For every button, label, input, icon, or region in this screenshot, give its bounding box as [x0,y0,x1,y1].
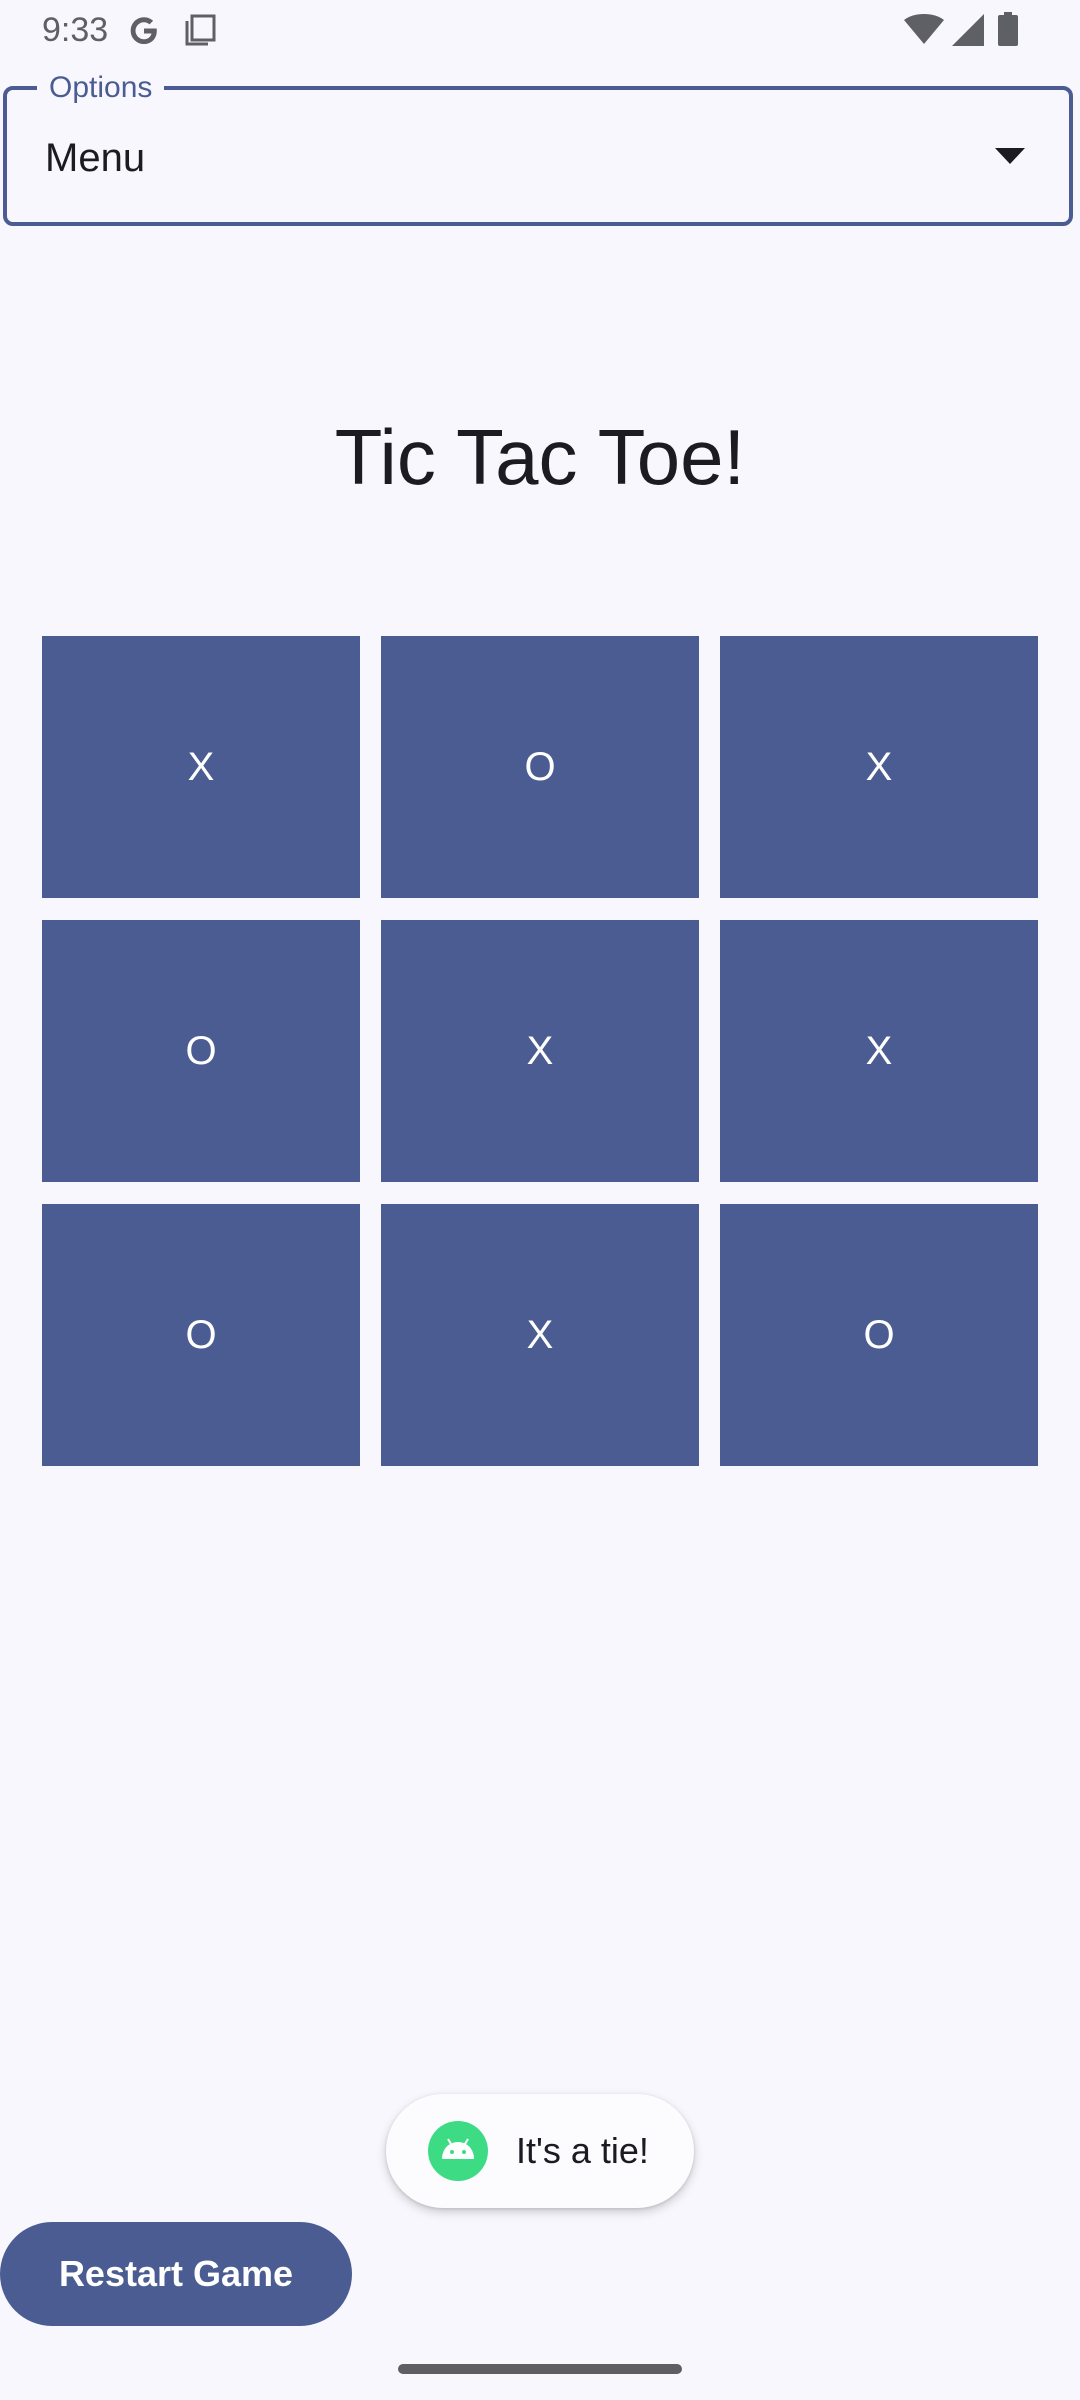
cellular-signal-icon [952,14,984,46]
options-dropdown[interactable]: Options Menu [3,68,1073,226]
board-cell-2[interactable]: O [381,636,699,898]
status-time: 9:33 [42,11,109,49]
restart-game-button[interactable]: Restart Game [0,2222,352,2326]
board-cell-3[interactable]: X [720,636,1038,898]
screenshot-icon [185,14,216,46]
board-cell-5[interactable]: X [381,920,699,1182]
status-icons [904,12,1044,52]
board-cell-8[interactable]: X [381,1204,699,1466]
options-label: Options [37,68,165,108]
game-board: X O X O X X O X O [42,636,1038,1466]
board-cell-1[interactable]: X [42,636,360,898]
dropdown-arrow-icon[interactable] [995,148,1025,168]
google-icon [130,17,157,44]
board-cell-7[interactable]: O [42,1204,360,1466]
status-bar: 9:33 [0,0,1080,64]
home-indicator[interactable] [398,2364,682,2374]
toast-message: It's a tie! [386,2094,694,2208]
options-selected-value: Menu [45,136,146,180]
board-cell-4[interactable]: O [42,920,360,1182]
android-icon [428,2121,488,2181]
wifi-icon [904,14,944,44]
board-cell-6[interactable]: X [720,920,1038,1182]
battery-icon [998,12,1018,46]
game-title: Tic Tac Toe! [334,413,746,501]
toast-text: It's a tie! [516,2130,649,2171]
board-cell-9[interactable]: O [720,1204,1038,1466]
